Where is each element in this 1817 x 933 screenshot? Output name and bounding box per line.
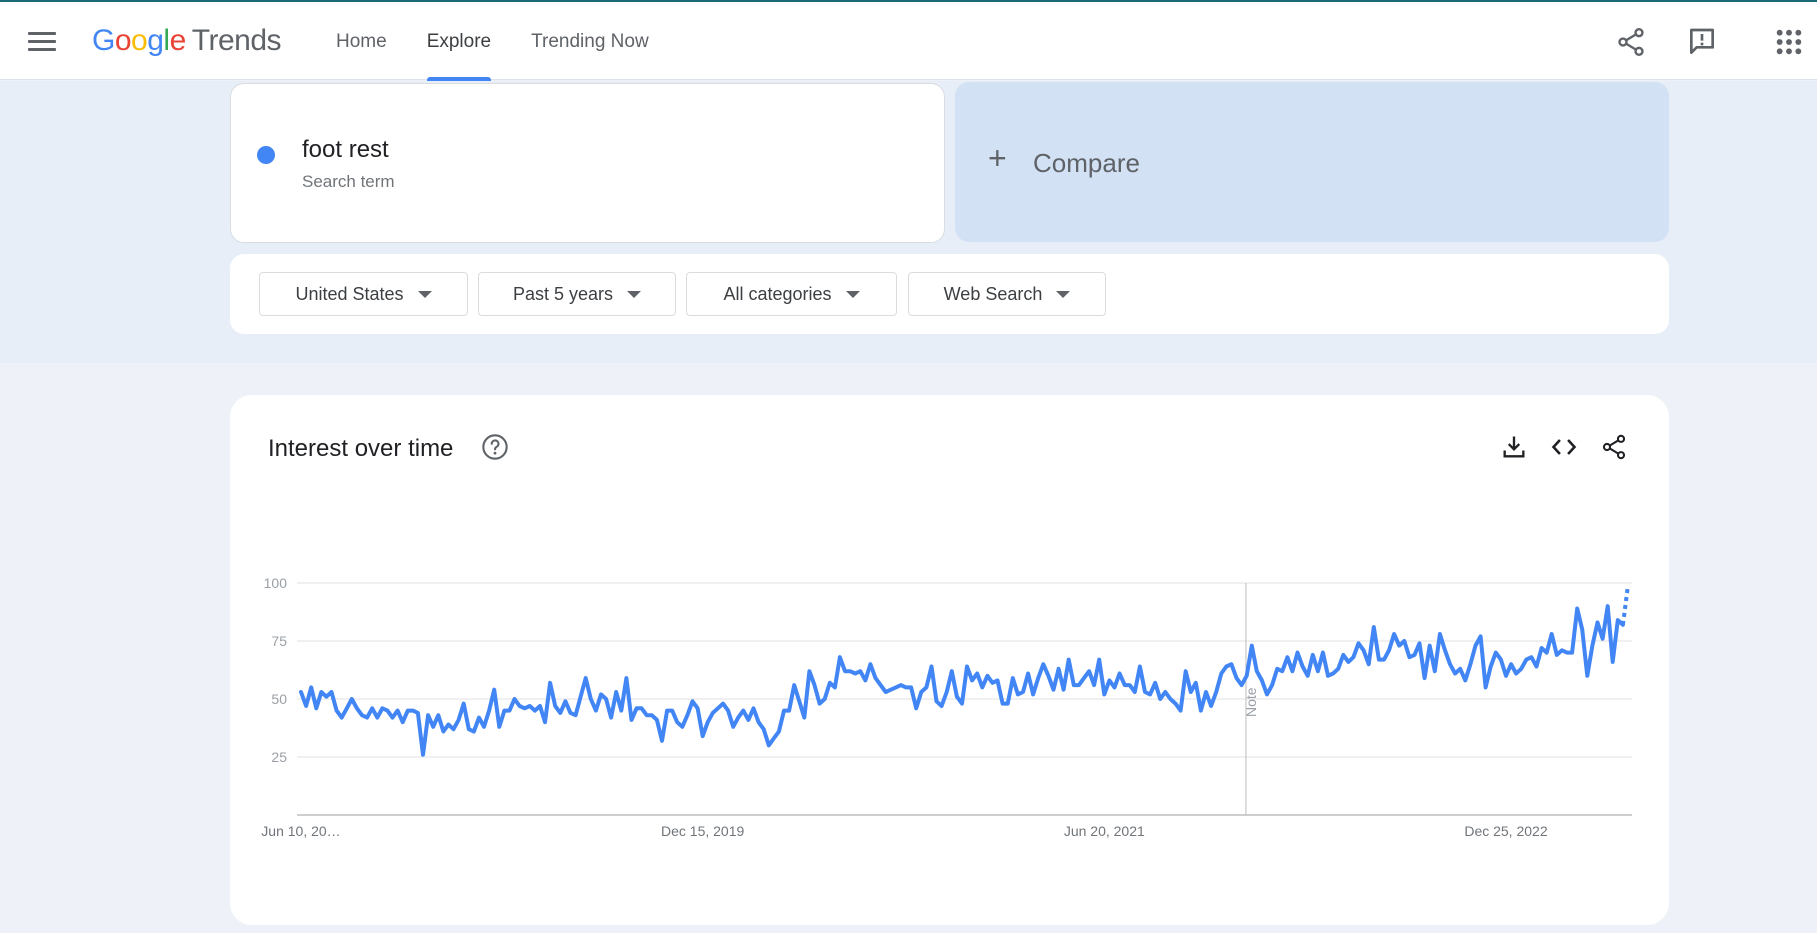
x-tick-label: Jun 20, 2021 [1064, 823, 1145, 839]
series-line [299, 604, 1625, 757]
dropdown-arrow-icon [1056, 290, 1071, 298]
y-tick-label: 100 [264, 575, 288, 591]
dropdown-arrow-icon [845, 290, 860, 298]
compare-label: Compare [1033, 148, 1140, 178]
share-icon[interactable] [1615, 26, 1647, 58]
note-label: Note [1243, 687, 1259, 717]
menu-icon[interactable] [28, 32, 56, 54]
time-range-value: Past 5 years [512, 283, 614, 304]
region-value: United States [295, 283, 404, 304]
search-type-dropdown[interactable]: Web Search [908, 272, 1106, 316]
search-term-card[interactable]: foot rest Search term [230, 83, 945, 243]
compare-button[interactable]: + Compare [955, 82, 1669, 242]
dropdown-arrow-icon [417, 290, 432, 298]
google-trends-logo[interactable]: Google Trends [92, 24, 282, 58]
x-tick-label: Jun 10, 20… [261, 823, 340, 839]
search-term-text[interactable]: foot rest [302, 136, 389, 164]
category-dropdown[interactable]: All categories [686, 272, 897, 316]
apps-grid-icon[interactable] [1773, 26, 1805, 58]
plus-icon: + [988, 140, 1007, 176]
interest-over-time-card: Interest over time 25 50 75 100 Note Jun 10, … [230, 395, 1669, 925]
x-tick-label: Dec 25, 2022 [1464, 823, 1547, 839]
main-nav: Home Explore Trending Now [316, 2, 669, 82]
term-color-dot [257, 146, 275, 164]
time-range-dropdown[interactable]: Past 5 years [478, 272, 676, 316]
region-dropdown[interactable]: United States [259, 272, 468, 316]
tab-explore[interactable]: Explore [407, 2, 511, 82]
y-tick-label: 25 [271, 749, 287, 765]
y-tick-label: 75 [271, 633, 287, 649]
filter-bar: United States Past 5 years All categorie… [230, 254, 1669, 334]
search-type-value: Web Search [943, 283, 1043, 304]
search-term-type: Search term [302, 172, 395, 191]
partial-data-line [1620, 585, 1630, 626]
y-tick-label: 50 [271, 691, 287, 707]
top-app-bar: Google Trends Home Explore Trending Now [0, 0, 1817, 82]
dropdown-arrow-icon [627, 290, 642, 298]
feedback-icon[interactable] [1686, 26, 1718, 58]
tab-home[interactable]: Home [316, 2, 407, 82]
category-value: All categories [723, 283, 832, 304]
interest-line-chart[interactable]: 25 50 75 100 Note Jun 10, 20… Dec 15, 2019 Jun … [230, 395, 1669, 925]
x-tick-label: Dec 15, 2019 [661, 823, 744, 839]
tab-trending-now[interactable]: Trending Now [511, 2, 669, 82]
